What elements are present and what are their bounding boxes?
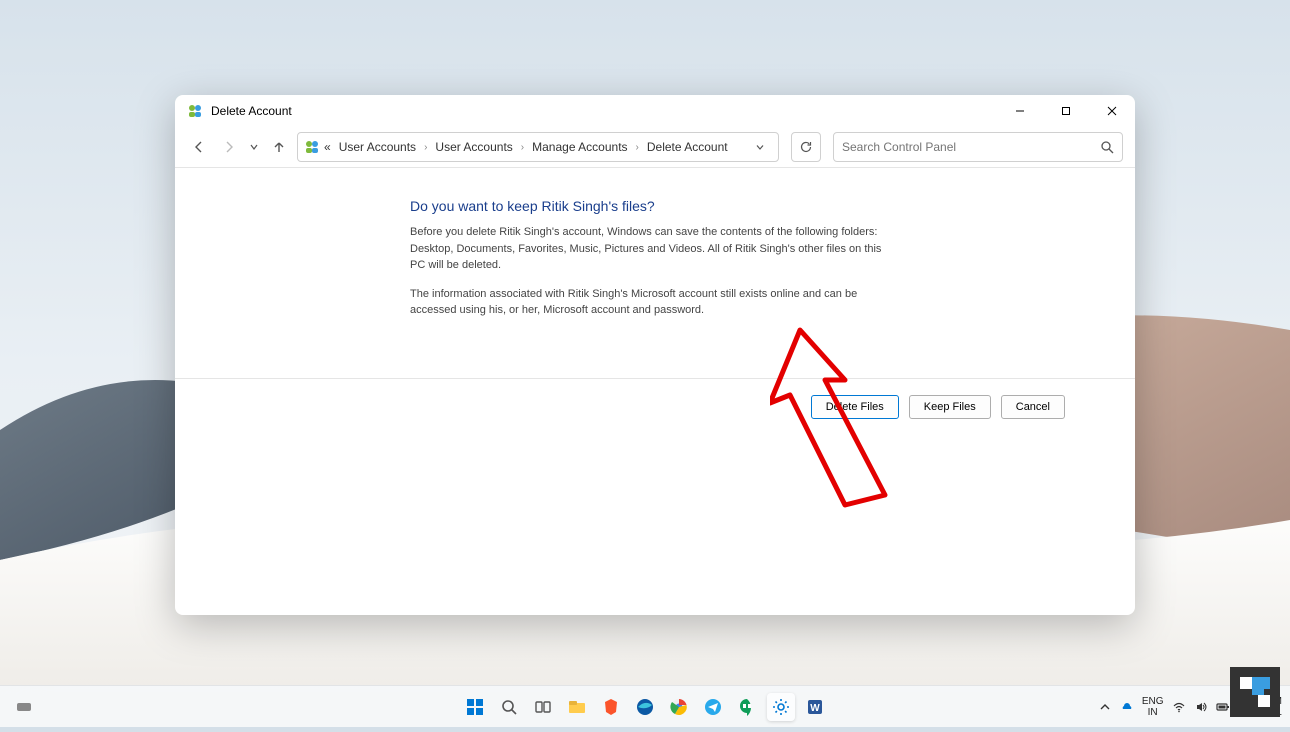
address-bar[interactable]: « User Accounts › User Accounts › Manage…: [297, 132, 779, 162]
cancel-button[interactable]: Cancel: [1001, 395, 1065, 419]
refresh-button[interactable]: [791, 132, 821, 162]
search-taskbar-button[interactable]: [495, 693, 523, 721]
search-box[interactable]: [833, 132, 1123, 162]
navigation-row: « User Accounts › User Accounts › Manage…: [175, 127, 1135, 167]
taskbar-widgets-button[interactable]: [10, 693, 38, 721]
body-paragraph-1: Before you delete Ritik Singh's account,…: [410, 224, 890, 274]
breadcrumb-prefix: «: [324, 140, 331, 154]
search-input[interactable]: [842, 140, 1100, 154]
chevron-right-icon: ›: [521, 142, 524, 153]
window-titlebar: Delete Account: [175, 95, 1135, 127]
taskbar-app-word[interactable]: W: [801, 693, 829, 721]
nav-up-button[interactable]: [267, 135, 291, 159]
taskbar-app-chrome[interactable]: [665, 693, 693, 721]
taskbar-app-telegram[interactable]: [699, 693, 727, 721]
nav-forward-button[interactable]: [217, 135, 241, 159]
breadcrumb-segment[interactable]: User Accounts: [335, 138, 420, 156]
taskbar-app-explorer[interactable]: [563, 693, 591, 721]
tray-chevron-icon[interactable]: [1098, 700, 1112, 714]
tray-volume-icon[interactable]: [1194, 700, 1208, 714]
nav-back-button[interactable]: [187, 135, 211, 159]
chevron-right-icon: ›: [424, 142, 427, 153]
address-bar-icon: [304, 139, 320, 155]
language-indicator[interactable]: ENG IN: [1142, 696, 1164, 718]
page-heading: Do you want to keep Ritik Singh's files?: [410, 198, 1085, 214]
taskbar-app-brave[interactable]: [597, 693, 625, 721]
delete-files-button[interactable]: Delete Files: [811, 395, 899, 419]
content-pane: Do you want to keep Ritik Singh's files?…: [175, 167, 1135, 378]
window-title: Delete Account: [211, 104, 292, 118]
body-paragraph-2: The information associated with Ritik Si…: [410, 286, 890, 319]
tray-battery-icon[interactable]: [1216, 700, 1230, 714]
clock-time: 1:57 PM: [1238, 696, 1283, 707]
tray-onedrive-icon[interactable]: [1120, 700, 1134, 714]
user-accounts-icon: [187, 103, 203, 119]
nav-history-dropdown[interactable]: [247, 135, 261, 159]
language-top: ENG: [1142, 696, 1164, 707]
dialog-button-row: Delete Files Keep Files Cancel: [175, 379, 1135, 435]
control-panel-window: Delete Account: [175, 95, 1135, 615]
task-view-button[interactable]: [529, 693, 557, 721]
close-button[interactable]: [1089, 95, 1135, 127]
taskbar-app-edge[interactable]: [631, 693, 659, 721]
breadcrumb-segment[interactable]: Delete Account: [643, 138, 732, 156]
search-icon: [1100, 140, 1114, 154]
keep-files-button[interactable]: Keep Files: [909, 395, 991, 419]
taskbar-app-hangouts[interactable]: [733, 693, 761, 721]
svg-text:W: W: [810, 703, 820, 714]
breadcrumb-segment[interactable]: User Accounts: [431, 138, 516, 156]
breadcrumb-segment[interactable]: Manage Accounts: [528, 138, 631, 156]
start-button[interactable]: [461, 693, 489, 721]
address-dropdown-button[interactable]: [748, 135, 772, 159]
taskbar[interactable]: W ENG IN 1:57 PM 1/10/2021: [0, 685, 1290, 727]
clock-area[interactable]: 1:57 PM 1/10/2021: [1238, 696, 1283, 718]
maximize-button[interactable]: [1043, 95, 1089, 127]
clock-date: 1/10/2021: [1238, 707, 1283, 718]
language-bottom: IN: [1142, 707, 1164, 718]
tray-wifi-icon[interactable]: [1172, 700, 1186, 714]
minimize-button[interactable]: [997, 95, 1043, 127]
chevron-right-icon: ›: [636, 142, 639, 153]
taskbar-app-settings[interactable]: [767, 693, 795, 721]
